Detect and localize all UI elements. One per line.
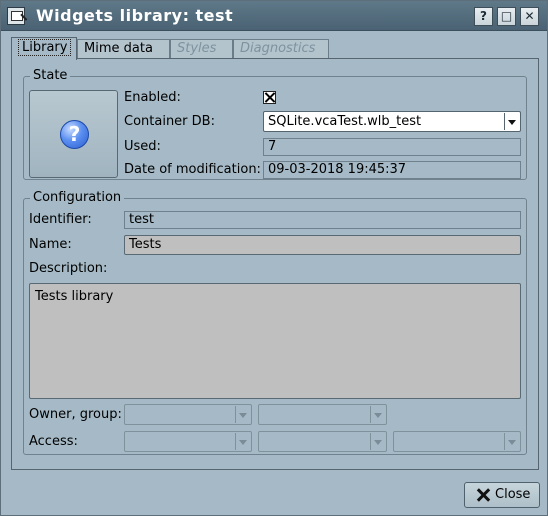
close-button-label: Close bbox=[495, 487, 531, 502]
chevron-down-icon[interactable] bbox=[504, 113, 519, 130]
dialog-window: Widgets library: test ? □ ✕ Library Mime… bbox=[0, 0, 548, 516]
enabled-checkbox[interactable] bbox=[263, 91, 276, 104]
tab-library[interactable]: Library bbox=[11, 37, 77, 60]
description-label: Description: bbox=[29, 261, 108, 276]
identifier-label: Identifier: bbox=[29, 212, 92, 227]
used-label: Used: bbox=[124, 139, 161, 154]
access-other-select[interactable] bbox=[393, 431, 521, 452]
date-modification-label: Date of modification: bbox=[124, 162, 261, 177]
tab-library-label: Library bbox=[18, 39, 72, 56]
tab-mime-data[interactable]: Mime data bbox=[77, 39, 170, 59]
container-db-value: SQLite.vcaTest.wlb_test bbox=[268, 114, 422, 129]
maximize-button[interactable]: □ bbox=[497, 7, 516, 26]
owner-group-label: Owner, group: bbox=[29, 407, 122, 422]
window-title: Widgets library: test bbox=[36, 6, 234, 25]
access-user-select[interactable] bbox=[124, 431, 252, 452]
description-textarea[interactable]: Tests library bbox=[29, 283, 521, 399]
chevron-down-icon[interactable] bbox=[370, 433, 385, 450]
app-icon[interactable] bbox=[7, 7, 25, 25]
library-tab-panel: State ? Enabled: Container DB: SQLite.vc… bbox=[11, 58, 539, 470]
library-icon-button[interactable]: ? bbox=[29, 90, 118, 178]
title-bar[interactable]: Widgets library: test ? □ ✕ bbox=[1, 1, 547, 31]
tab-styles[interactable]: Styles bbox=[170, 39, 233, 59]
chevron-down-icon[interactable] bbox=[235, 406, 250, 423]
chevron-down-icon[interactable] bbox=[504, 433, 519, 450]
close-window-button[interactable]: ✕ bbox=[520, 7, 539, 26]
close-icon bbox=[476, 488, 490, 502]
identifier-field: test bbox=[124, 211, 521, 229]
chevron-down-icon[interactable] bbox=[235, 433, 250, 450]
configuration-group-title: Configuration bbox=[30, 190, 125, 206]
access-label: Access: bbox=[29, 434, 78, 449]
access-group-select[interactable] bbox=[258, 431, 387, 452]
chevron-down-icon[interactable] bbox=[370, 406, 385, 423]
group-select[interactable] bbox=[258, 404, 387, 425]
help-icon: ? bbox=[60, 120, 89, 149]
date-modification-field: 09-03-2018 19:45:37 bbox=[263, 161, 521, 179]
container-db-label: Container DB: bbox=[124, 114, 215, 129]
name-label: Name: bbox=[29, 237, 72, 252]
name-input[interactable]: Tests bbox=[124, 235, 521, 255]
owner-select[interactable] bbox=[124, 404, 252, 425]
state-group-title: State bbox=[30, 68, 71, 84]
container-db-select[interactable]: SQLite.vcaTest.wlb_test bbox=[263, 111, 521, 132]
close-button[interactable]: Close bbox=[464, 482, 540, 508]
help-button[interactable]: ? bbox=[474, 7, 493, 26]
enabled-label: Enabled: bbox=[124, 90, 181, 105]
tab-diagnostics[interactable]: Diagnostics bbox=[233, 39, 329, 59]
used-field: 7 bbox=[263, 138, 521, 156]
